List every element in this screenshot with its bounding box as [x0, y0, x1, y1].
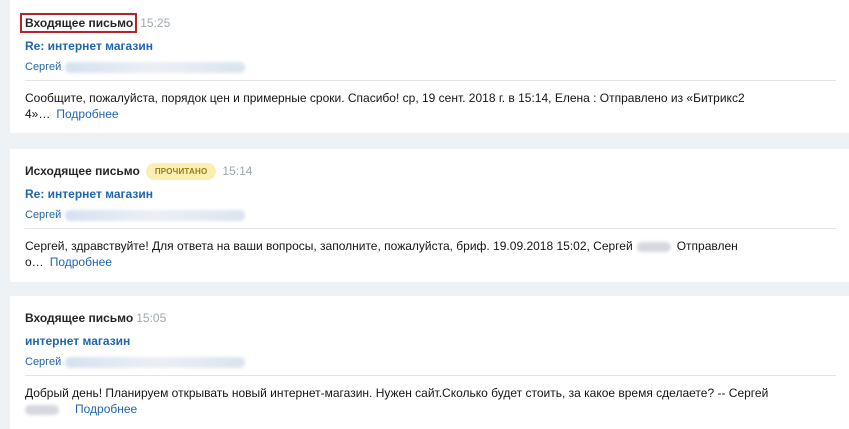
sender-row: Сергей	[25, 59, 836, 81]
message-type-label: Исходящее письмо	[25, 164, 140, 178]
card-header: Входящее письмо 15:25	[20, 13, 849, 33]
redacted-name	[25, 404, 59, 415]
redacted-name	[636, 241, 671, 252]
more-link[interactable]: Подробнее	[56, 107, 118, 121]
sender-name-link[interactable]: Сергей	[25, 209, 61, 221]
preview-text: Сообщите, пожалуйста, порядок цен и прим…	[25, 91, 745, 105]
card-header: Входящее письмо 15:05	[25, 308, 849, 328]
activity-card-outgoing: Исходящее письмо ПРОЧИТАНО 15:14 Re: инт…	[10, 149, 849, 282]
message-type-label: Входящее письмо	[20, 13, 138, 33]
message-time: 15:05	[136, 311, 167, 325]
more-link[interactable]: Подробнее	[75, 402, 137, 416]
activity-card-incoming-2: Входящее письмо 15:05 интернет магазин С…	[10, 296, 849, 429]
message-preview: Сергей, здравствуйте! Для ответа на ваши…	[25, 238, 815, 270]
message-time: 15:14	[222, 164, 253, 178]
redacted-email	[65, 209, 246, 221]
preview-text-continued: о…	[25, 255, 44, 269]
sender-name-link[interactable]: Сергей	[25, 356, 61, 368]
redacted-email	[65, 61, 246, 73]
message-subject-link[interactable]: интернет магазин	[25, 334, 849, 348]
message-subject-link[interactable]: Re: интернет магазин	[25, 39, 849, 53]
message-preview: Сообщите, пожалуйста, порядок цен и прим…	[25, 90, 815, 122]
message-time: 15:25	[140, 16, 171, 30]
read-status-badge: ПРОЧИТАНО	[145, 162, 217, 180]
activity-card-incoming-1: Входящее письмо 15:25 Re: интернет магаз…	[10, 0, 849, 133]
redacted-email	[65, 356, 246, 368]
preview-text: Добрый день! Планируем открывать новый и…	[25, 386, 769, 400]
sender-row: Сергей	[25, 207, 836, 229]
message-type-label: Входящее письмо	[25, 311, 134, 325]
message-subject-link[interactable]: Re: интернет магазин	[25, 187, 849, 201]
more-link[interactable]: Подробнее	[50, 255, 112, 269]
sender-name-link[interactable]: Сергей	[25, 61, 61, 73]
preview-text-tail: Отправлен	[676, 239, 738, 253]
sender-row: Сергей	[25, 354, 836, 376]
preview-text-continued: 4»…	[25, 107, 51, 121]
card-header: Исходящее письмо ПРОЧИТАНО 15:14	[25, 161, 849, 181]
preview-text: Сергей, здравствуйте! Для ответа на ваши…	[25, 239, 633, 253]
message-preview: Добрый день! Планируем открывать новый и…	[25, 385, 815, 417]
